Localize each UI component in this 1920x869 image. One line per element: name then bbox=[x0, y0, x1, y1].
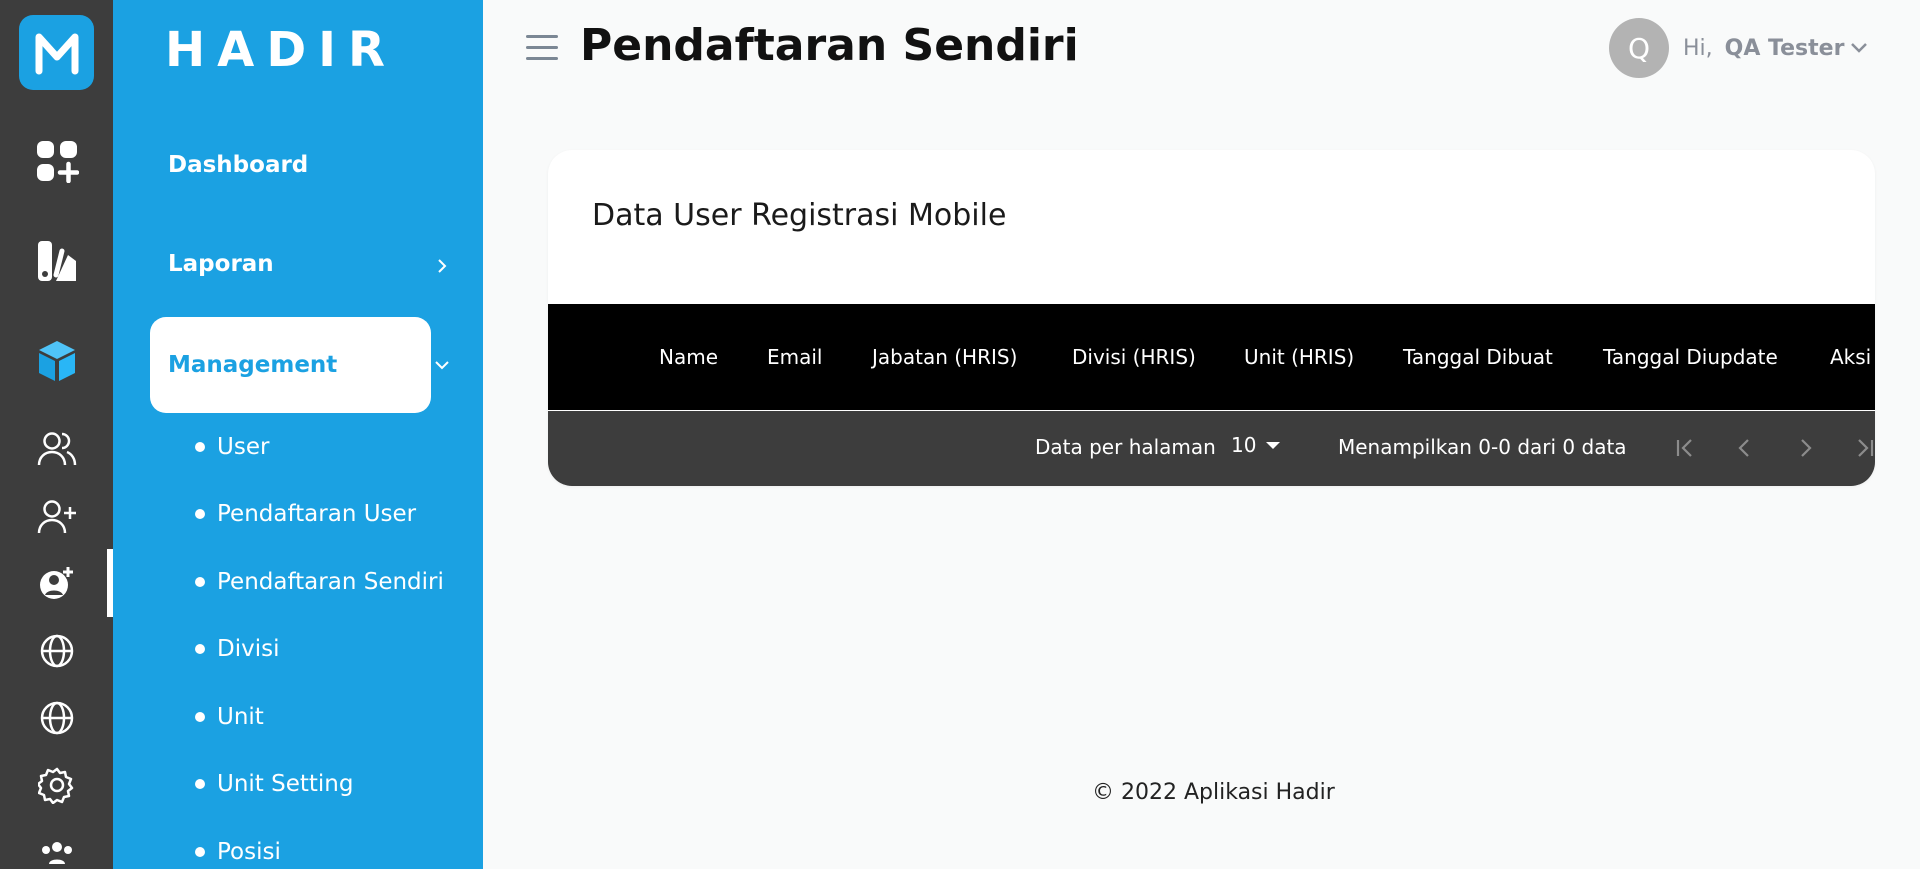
bullet-icon bbox=[195, 577, 205, 587]
bullet-icon bbox=[195, 847, 205, 857]
sidebar-menu: HADIR Dashboard Laporan Management User … bbox=[113, 0, 483, 869]
bullet-icon bbox=[195, 779, 205, 789]
data-card: Data User Registrasi Mobile Name Email J… bbox=[548, 150, 1875, 486]
submenu-item-user[interactable]: User bbox=[195, 434, 269, 460]
user-add-icon[interactable] bbox=[0, 492, 113, 542]
next-page-icon[interactable] bbox=[1792, 435, 1818, 461]
submenu-label: Unit bbox=[217, 704, 264, 730]
hadir-logo-icon bbox=[35, 33, 78, 74]
column-header-tanggal-dibuat[interactable]: Tanggal Dibuat bbox=[1403, 304, 1553, 410]
app-logo[interactable] bbox=[19, 15, 94, 90]
submenu-label: Divisi bbox=[217, 636, 280, 662]
column-header-aksi[interactable]: Aksi bbox=[1830, 304, 1871, 410]
first-page-icon[interactable] bbox=[1672, 435, 1698, 461]
per-page-select[interactable]: 10 bbox=[1231, 433, 1281, 457]
sidebar-item-management[interactable]: Management bbox=[150, 317, 431, 413]
team-icon[interactable] bbox=[0, 828, 113, 869]
icon-rail bbox=[0, 0, 113, 869]
gear-icon[interactable] bbox=[0, 760, 113, 810]
footer-copyright: © 2022 Aplikasi Hadir bbox=[1092, 780, 1335, 805]
column-header-unit[interactable]: Unit (HRIS) bbox=[1244, 304, 1354, 410]
hamburger-menu-icon[interactable] bbox=[526, 35, 558, 61]
card-title: Data User Registrasi Mobile bbox=[592, 198, 1007, 233]
per-page-label: Data per halaman bbox=[1035, 435, 1216, 459]
table-header: Name Email Jabatan (HRIS) Divisi (HRIS) … bbox=[548, 304, 1875, 410]
users-icon[interactable] bbox=[0, 424, 113, 474]
submenu-item-pendaftaran-user[interactable]: Pendaftaran User bbox=[195, 501, 416, 527]
submenu-label: Pendaftaran Sendiri bbox=[217, 569, 444, 595]
globe-icon[interactable] bbox=[0, 626, 113, 676]
report-icon[interactable] bbox=[0, 236, 113, 286]
submenu-item-pendaftaran-sendiri[interactable]: Pendaftaran Sendiri bbox=[195, 569, 444, 595]
submenu-label: Posisi bbox=[217, 839, 281, 865]
globe-icon-2[interactable] bbox=[0, 693, 113, 743]
brand-name: HADIR bbox=[165, 22, 397, 78]
user-name[interactable]: QA Tester bbox=[1725, 36, 1845, 61]
column-header-jabatan[interactable]: Jabatan (HRIS) bbox=[872, 304, 1017, 410]
page-title: Pendaftaran Sendiri bbox=[580, 20, 1079, 71]
showing-range-text: Menampilkan 0-0 dari 0 data bbox=[1338, 435, 1627, 459]
user-menu[interactable]: Q Hi, QA Tester bbox=[1609, 18, 1868, 78]
chevron-down-icon[interactable] bbox=[435, 358, 449, 372]
sidebar-item-laporan[interactable]: Laporan bbox=[168, 251, 274, 277]
previous-page-icon[interactable] bbox=[1732, 435, 1758, 461]
column-header-tanggal-diupdate[interactable]: Tanggal Diupdate bbox=[1603, 304, 1778, 410]
bullet-icon bbox=[195, 442, 205, 452]
submenu-label: Pendaftaran User bbox=[217, 501, 417, 527]
per-page-value: 10 bbox=[1231, 433, 1257, 457]
bullet-icon bbox=[195, 712, 205, 722]
sidebar-item-management-label: Management bbox=[168, 352, 338, 378]
submenu-item-unit[interactable]: Unit bbox=[195, 704, 264, 730]
chevron-down-icon[interactable] bbox=[1850, 42, 1868, 54]
submenu-label: User bbox=[217, 434, 270, 460]
cube-icon[interactable] bbox=[0, 336, 113, 386]
bullet-icon bbox=[195, 509, 205, 519]
user-settings-icon[interactable] bbox=[0, 558, 113, 608]
column-header-divisi[interactable]: Divisi (HRIS) bbox=[1072, 304, 1196, 410]
submenu-item-divisi[interactable]: Divisi bbox=[195, 636, 279, 662]
table-pagination: Data per halaman 10 Menampilkan 0-0 dari… bbox=[548, 411, 1875, 486]
apps-add-icon[interactable] bbox=[0, 136, 113, 186]
greeting-text: Hi, bbox=[1683, 35, 1713, 61]
sidebar-item-dashboard[interactable]: Dashboard bbox=[168, 152, 308, 178]
column-header-name[interactable]: Name bbox=[659, 304, 718, 410]
avatar[interactable]: Q bbox=[1609, 18, 1669, 78]
bullet-icon bbox=[195, 644, 205, 654]
submenu-item-unit-setting[interactable]: Unit Setting bbox=[195, 771, 353, 797]
caret-down-icon bbox=[1266, 441, 1281, 449]
column-header-email[interactable]: Email bbox=[767, 304, 823, 410]
last-page-icon[interactable] bbox=[1852, 435, 1875, 461]
chevron-right-icon[interactable] bbox=[435, 259, 449, 273]
submenu-label: Unit Setting bbox=[217, 771, 354, 797]
submenu-item-posisi[interactable]: Posisi bbox=[195, 839, 281, 865]
